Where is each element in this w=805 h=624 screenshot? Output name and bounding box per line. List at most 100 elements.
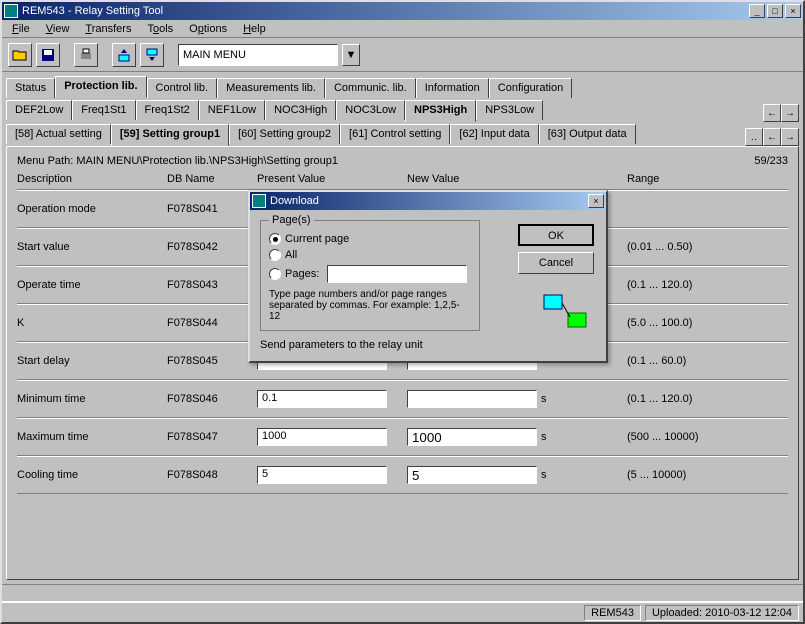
cancel-button[interactable]: Cancel xyxy=(518,252,594,274)
tab-freq1st1[interactable]: Freq1St1 xyxy=(72,100,135,120)
open-button[interactable] xyxy=(8,43,32,67)
tab-control-lib-[interactable]: Control lib. xyxy=(147,78,218,98)
present-value-field: 0.1 xyxy=(257,390,387,408)
row-range: (0.01 ... 0.50) xyxy=(627,241,747,253)
new-value-input[interactable] xyxy=(407,390,537,408)
page-tabs: [58] Actual setting[59] Setting group1[6… xyxy=(6,124,799,146)
new-value-input[interactable] xyxy=(407,466,537,484)
minimize-button[interactable]: _ xyxy=(749,4,765,18)
row-dbname: F078S042 xyxy=(167,241,257,253)
tab--63-output-data[interactable]: [63] Output data xyxy=(539,124,636,144)
row-range: (5 ... 10000) xyxy=(627,469,747,481)
statusbar-spacer xyxy=(2,584,803,602)
dialog-close-button[interactable]: × xyxy=(588,194,604,208)
pagetab-prev-button[interactable]: ← xyxy=(763,128,781,146)
row-dbname: F078S041 xyxy=(167,203,257,215)
statusbar: REM543 Uploaded: 2010-03-12 12:04 xyxy=(2,602,803,622)
maximize-button[interactable]: □ xyxy=(767,4,783,18)
row-description: Start delay xyxy=(17,355,167,367)
col-range: Range xyxy=(627,173,747,185)
menu-options[interactable]: Options xyxy=(183,21,233,37)
main-tabs: StatusProtection lib.Control lib.Measure… xyxy=(6,76,799,98)
col-dbname: DB Name xyxy=(167,173,257,185)
menu-file[interactable]: File xyxy=(6,21,36,37)
pages-group: Page(s) Current page All Pages: Type pag… xyxy=(260,220,480,331)
tab--58-actual-setting[interactable]: [58] Actual setting xyxy=(6,124,111,144)
save-button[interactable] xyxy=(36,43,60,67)
tab-nps3high[interactable]: NPS3High xyxy=(405,100,476,122)
print-button[interactable] xyxy=(74,43,98,67)
row-dbname: F078S044 xyxy=(167,317,257,329)
col-new-value: New Value xyxy=(407,173,627,185)
row-description: K xyxy=(17,317,167,329)
radio-all[interactable]: All xyxy=(269,249,471,261)
tab--62-input-data[interactable]: [62] Input data xyxy=(450,124,538,144)
unit-label: s xyxy=(537,393,557,405)
dialog-title: Download xyxy=(270,195,588,207)
menu-path: Menu Path: MAIN MENU\Protection lib.\NPS… xyxy=(17,155,338,167)
new-value-input[interactable] xyxy=(407,428,537,446)
row-description: Operation mode xyxy=(17,203,167,215)
menu-help[interactable]: Help xyxy=(237,21,272,37)
menu-dropdown[interactable]: MAIN MENU xyxy=(178,44,338,66)
tab-freq1st2[interactable]: Freq1St2 xyxy=(136,100,199,120)
dropdown-arrow-button[interactable]: ▼ xyxy=(342,44,360,66)
row-description: Minimum time xyxy=(17,393,167,405)
data-row: Maximum timeF078S0471000s(500 ... 10000) xyxy=(17,418,788,456)
subtab-prev-button[interactable]: ← xyxy=(763,104,781,122)
row-description: Maximum time xyxy=(17,431,167,443)
radio-pages[interactable]: Pages: xyxy=(269,265,471,283)
titlebar: REM543 - Relay Setting Tool _ □ × xyxy=(2,2,803,20)
row-description: Start value xyxy=(17,241,167,253)
tab-nps3low[interactable]: NPS3Low xyxy=(476,100,543,120)
row-dbname: F078S045 xyxy=(167,355,257,367)
tab-information[interactable]: Information xyxy=(416,78,489,98)
row-dbname: F078S048 xyxy=(167,469,257,481)
row-range: (0.1 ... 120.0) xyxy=(627,393,747,405)
tab-def2low[interactable]: DEF2Low xyxy=(6,100,72,120)
tab-status[interactable]: Status xyxy=(6,78,55,98)
toolbar: MAIN MENU ▼ xyxy=(2,38,803,72)
pages-hint: Type page numbers and/or page ranges sep… xyxy=(269,289,469,322)
menu-tools[interactable]: Tools xyxy=(141,21,179,37)
column-headers: Description DB Name Present Value New Va… xyxy=(17,169,788,190)
tab--60-setting-group2[interactable]: [60] Setting group2 xyxy=(229,124,340,144)
subtab-next-button[interactable]: → xyxy=(781,104,799,122)
app-icon xyxy=(4,4,18,18)
upload-button[interactable] xyxy=(112,43,136,67)
unit-label: s xyxy=(537,431,557,443)
unit-label: s xyxy=(537,469,557,481)
pagetab-next-button[interactable]: → xyxy=(781,128,799,146)
menu-view[interactable]: View xyxy=(40,21,76,37)
radio-icon xyxy=(269,249,281,261)
row-dbname: F078S047 xyxy=(167,431,257,443)
row-range: (0.1 ... 120.0) xyxy=(627,279,747,291)
tab-noc3high[interactable]: NOC3High xyxy=(265,100,336,120)
close-button[interactable]: × xyxy=(785,4,801,18)
download-dialog: Download × Page(s) Current page All Page… xyxy=(248,190,608,363)
radio-icon xyxy=(269,268,281,280)
tab-configuration[interactable]: Configuration xyxy=(489,78,572,98)
ok-button[interactable]: OK xyxy=(518,224,594,246)
tab--61-control-setting[interactable]: [61] Control setting xyxy=(340,124,450,144)
present-value-field: 5 xyxy=(257,466,387,484)
menubar: File View Transfers Tools Options Help xyxy=(2,20,803,38)
download-button[interactable] xyxy=(140,43,164,67)
pages-group-label: Page(s) xyxy=(269,214,314,226)
tab-protection-lib-[interactable]: Protection lib. xyxy=(55,76,146,98)
menu-transfers[interactable]: Transfers xyxy=(79,21,137,37)
data-row: Minimum timeF078S0460.1s(0.1 ... 120.0) xyxy=(17,380,788,418)
col-description: Description xyxy=(17,173,167,185)
col-present-value: Present Value xyxy=(257,173,407,185)
tab-noc3low[interactable]: NOC3Low xyxy=(336,100,405,120)
pagetab-more-button[interactable]: ‥ xyxy=(745,128,763,146)
present-value-field: 1000 xyxy=(257,428,387,446)
tab-nef1low[interactable]: NEF1Low xyxy=(199,100,265,120)
dialog-icon xyxy=(252,194,266,208)
tab--59-setting-group1[interactable]: [59] Setting group1 xyxy=(111,124,229,146)
radio-current-page[interactable]: Current page xyxy=(269,233,471,245)
pages-input[interactable] xyxy=(327,265,467,283)
row-dbname: F078S043 xyxy=(167,279,257,291)
tab-communic-lib-[interactable]: Communic. lib. xyxy=(325,78,416,98)
tab-measurements-lib-[interactable]: Measurements lib. xyxy=(217,78,325,98)
